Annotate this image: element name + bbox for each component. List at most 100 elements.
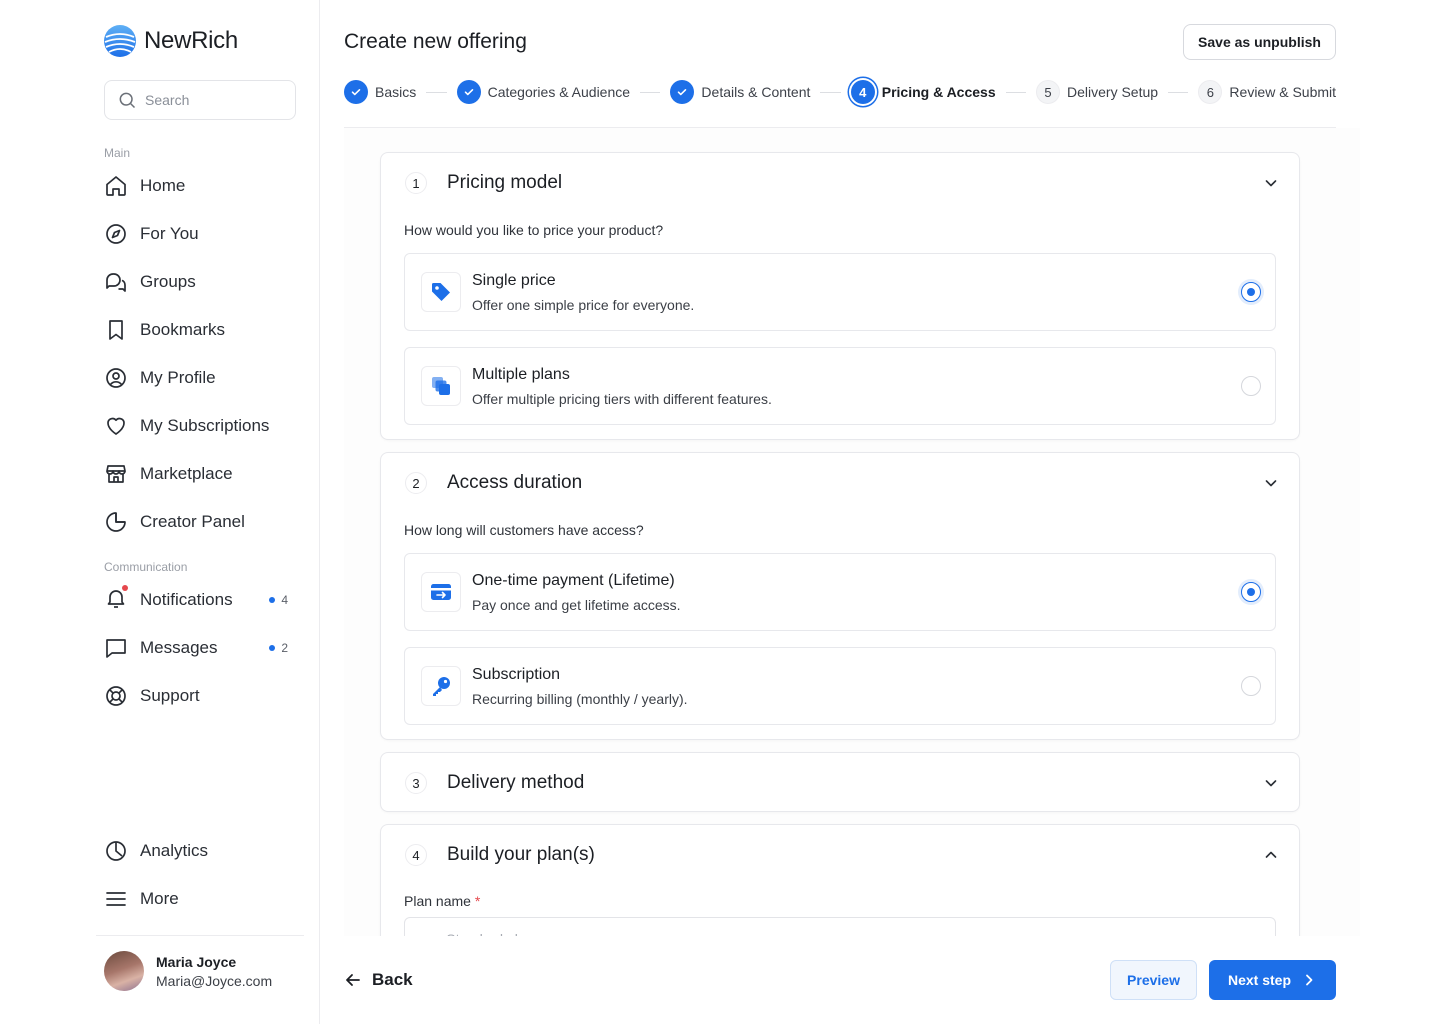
- avatar: [104, 951, 144, 991]
- radio-unselected[interactable]: [1241, 676, 1261, 696]
- radio-unselected[interactable]: [1241, 376, 1261, 396]
- analytics-icon: [106, 841, 126, 861]
- chevron-up-icon[interactable]: [1263, 847, 1279, 863]
- option-one-time-payment[interactable]: One-time payment (Lifetime) Pay once and…: [404, 553, 1276, 631]
- page-title: Create new offering: [344, 30, 527, 53]
- option-title: One-time payment (Lifetime): [472, 572, 675, 589]
- step-delivery-setup[interactable]: 5 Delivery Setup: [1036, 80, 1158, 104]
- search-input[interactable]: Search: [104, 80, 296, 120]
- sidebar-divider: [96, 935, 304, 936]
- delivery-method-section: 3 Delivery method: [380, 752, 1300, 812]
- step-connector: [640, 91, 661, 93]
- radio-selected[interactable]: [1241, 582, 1261, 602]
- home-icon: [106, 176, 126, 196]
- section-title: Build your plan(s): [447, 844, 595, 865]
- step-basics[interactable]: Basics: [344, 80, 416, 104]
- step-details-content[interactable]: Details & Content: [670, 80, 810, 104]
- step-categories-audience[interactable]: Categories & Audience: [456, 80, 631, 104]
- sidebar-item-label: Notifications: [140, 590, 233, 609]
- pricing-model-section: 1 Pricing model How would you like to pr…: [380, 152, 1300, 440]
- user-profile-card[interactable]: Maria Joyce Maria@Joyce.com: [104, 951, 272, 991]
- step-label: Details & Content: [701, 84, 811, 100]
- step-pricing-access[interactable]: 4 Pricing & Access: [850, 80, 996, 104]
- sidebar-item-label: Support: [140, 686, 200, 705]
- user-name: Maria Joyce: [156, 953, 237, 970]
- section-label-main: Main: [104, 146, 131, 160]
- sidebar-item-messages[interactable]: Messages 2: [104, 630, 296, 666]
- sidebar-item-for-you[interactable]: For You: [104, 216, 296, 252]
- section-header[interactable]: 2 Access duration: [405, 469, 1279, 497]
- section-header[interactable]: 1 Pricing model: [405, 169, 1279, 197]
- chevron-down-icon[interactable]: [1263, 475, 1279, 491]
- key-icon: [421, 666, 461, 706]
- section-header[interactable]: 4 Build your plan(s): [405, 841, 1279, 869]
- step-label: Categories & Audience: [487, 84, 631, 100]
- option-single-price[interactable]: Single price Offer one simple price for …: [404, 253, 1276, 331]
- step-connector: [426, 91, 447, 93]
- sidebar-item-my-profile[interactable]: My Profile: [104, 360, 296, 396]
- form-scroll-area[interactable]: 1 Pricing model How would you like to pr…: [344, 128, 1360, 936]
- sidebar-item-label: Messages: [140, 638, 218, 657]
- sidebar-item-support[interactable]: Support: [104, 678, 296, 714]
- build-plans-section: 4 Build your plan(s) Plan name *: [380, 824, 1300, 936]
- option-description: Offer multiple pricing tiers with differ…: [472, 391, 772, 407]
- section-header[interactable]: 3 Delivery method: [405, 769, 1279, 797]
- unread-dot: [122, 584, 128, 591]
- step-number: 6: [1198, 80, 1223, 104]
- option-title: Subscription: [472, 666, 561, 683]
- sidebar-item-bookmarks[interactable]: Bookmarks: [104, 312, 296, 348]
- back-button[interactable]: Back: [344, 964, 413, 996]
- user-email: Maria@Joyce.com: [156, 972, 273, 989]
- sidebar-item-label: For You: [140, 224, 199, 243]
- save-as-unpublish-button[interactable]: Save as unpublish: [1183, 24, 1336, 60]
- section-number: 2: [405, 472, 427, 494]
- step-label: Basics: [375, 84, 417, 100]
- sidebar-item-analytics[interactable]: Analytics: [104, 833, 296, 869]
- option-subscription[interactable]: Subscription Recurring billing (monthly …: [404, 647, 1276, 725]
- access-duration-section: 2 Access duration How long will customer…: [380, 452, 1300, 740]
- sidebar-item-more[interactable]: More: [104, 881, 296, 917]
- check-icon: [670, 80, 695, 104]
- sidebar-item-home[interactable]: Home: [104, 168, 296, 204]
- next-step-button[interactable]: Next step: [1209, 960, 1336, 1000]
- sidebar-item-groups[interactable]: Groups: [104, 264, 296, 300]
- section-question: How long will customers have access?: [404, 522, 644, 538]
- sidebar-item-creator-panel[interactable]: Creator Panel: [104, 504, 296, 540]
- price-tag-icon: [421, 272, 461, 312]
- chevron-down-icon[interactable]: [1263, 175, 1279, 191]
- brand-logo[interactable]: NewRich: [104, 25, 238, 57]
- chevron-down-icon[interactable]: [1263, 775, 1279, 791]
- bookmark-icon: [109, 320, 123, 340]
- sidebar-item-marketplace[interactable]: Marketplace: [104, 456, 296, 492]
- sidebar-item-label: Creator Panel: [140, 512, 245, 531]
- sidebar-item-label: Bookmarks: [140, 320, 226, 339]
- option-title: Multiple plans: [472, 366, 570, 383]
- check-icon: [456, 80, 481, 104]
- chat-bubbles-icon: [106, 273, 126, 292]
- sidebar-item-label: Marketplace: [140, 464, 233, 483]
- preview-button[interactable]: Preview: [1110, 960, 1197, 1000]
- radio-selected[interactable]: [1241, 282, 1261, 302]
- sidebar-item-label: My Profile: [140, 368, 216, 387]
- progress-stepper: Basics Categories & Audience Details & C…: [344, 79, 1336, 105]
- sidebar-item-label: Groups: [140, 272, 196, 291]
- section-label-communication: Communication: [104, 560, 188, 574]
- sidebar-item-label: Analytics: [140, 841, 209, 860]
- section-question: How would you like to price your product…: [404, 222, 664, 238]
- option-multiple-plans[interactable]: Multiple plans Offer multiple pricing ti…: [404, 347, 1276, 425]
- step-connector: [1005, 91, 1026, 93]
- plan-name-label: Plan name *: [404, 893, 481, 909]
- sidebar-item-my-subscriptions[interactable]: My Subscriptions: [104, 408, 296, 444]
- plan-name-input[interactable]: [404, 917, 1276, 936]
- step-number: 5: [1036, 80, 1060, 104]
- card-transfer-icon: [421, 572, 461, 612]
- step-review-submit[interactable]: 6 Review & Submit: [1198, 80, 1336, 104]
- section-number: 1: [405, 172, 427, 194]
- arrow-left-icon: [346, 974, 360, 986]
- heart-icon: [107, 417, 125, 435]
- notification-count-badge: 4: [269, 593, 296, 607]
- sidebar-item-notifications[interactable]: Notifications 4: [104, 582, 296, 618]
- section-number: 4: [405, 844, 427, 866]
- option-description: Offer one simple price for everyone.: [472, 297, 695, 313]
- option-description: Pay once and get lifetime access.: [472, 597, 681, 613]
